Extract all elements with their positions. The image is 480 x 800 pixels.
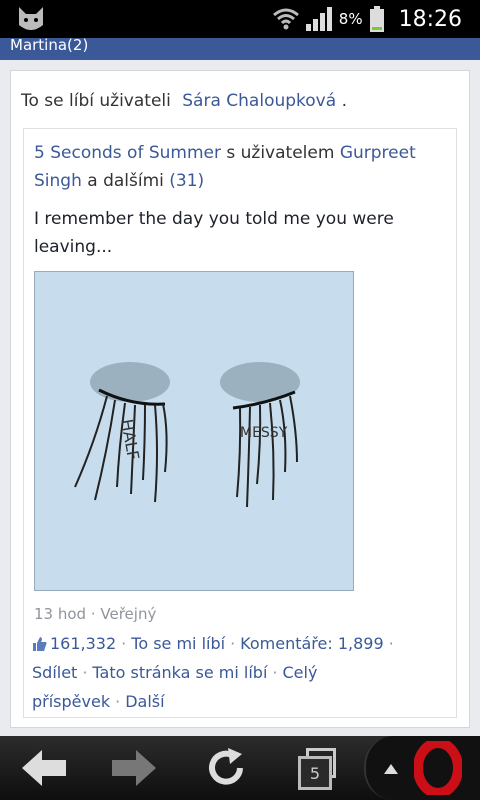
post-meta: 13 hod · Veřejný: [34, 605, 157, 623]
news-feed[interactable]: To se líbí uživateli Sára Chaloupková . …: [0, 60, 480, 736]
battery-icon: [369, 6, 384, 32]
and-others-text: a dalšími: [87, 171, 164, 191]
liked-prefix: To se líbí uživateli: [21, 91, 171, 111]
top-bar[interactable]: Martina(2): [0, 36, 480, 60]
browser-toolbar: 5: [0, 736, 480, 800]
like-thumb-icon: [33, 637, 47, 651]
status-bar: 8% 18:26: [0, 0, 480, 38]
reload-icon: [209, 748, 243, 785]
tabs-button[interactable]: 5: [284, 744, 344, 792]
like-count[interactable]: 161,332: [50, 634, 116, 653]
like-link[interactable]: To se mi líbí: [131, 634, 225, 653]
clock: 18:26: [398, 6, 462, 32]
arrow-right-icon: [112, 750, 156, 786]
image-text-right: MESSY: [240, 425, 288, 441]
page-like-link[interactable]: Tato stránka se mi líbí: [92, 663, 267, 682]
liked-suffix: .: [341, 91, 347, 111]
crying-eyes-illustration: HALF MESSY: [35, 272, 353, 590]
signal-icon: [305, 7, 332, 31]
battery-percent: 8%: [338, 10, 363, 28]
post-photo[interactable]: HALF MESSY: [34, 271, 354, 591]
more-link[interactable]: Další: [125, 692, 164, 711]
comments-count[interactable]: 1,899: [338, 634, 384, 653]
back-button[interactable]: [14, 744, 74, 792]
page-name-link[interactable]: 5 Seconds of Summer: [34, 143, 221, 163]
post-actions: 161,332 · To se mi líbí · Komentáře: 1,899 · …: [32, 634, 394, 711]
post-time[interactable]: 13 hod: [34, 605, 86, 623]
tabs-count: 5: [298, 756, 332, 790]
reload-button[interactable]: [196, 744, 256, 792]
comments-label[interactable]: Komentáře:: [240, 634, 333, 653]
others-count-link[interactable]: (31): [169, 171, 204, 191]
story-card: To se líbí uživateli Sára Chaloupková . …: [10, 70, 470, 728]
post-text: I remember the day you told me you were …: [34, 209, 394, 257]
top-bar-title[interactable]: Martina(2): [10, 36, 88, 54]
forward-button[interactable]: [104, 744, 164, 792]
opera-logo-icon: [414, 741, 462, 795]
opera-menu-button[interactable]: [364, 736, 480, 800]
caret-up-icon: [384, 764, 398, 774]
post-header: 5 Seconds of Summer s uživatelem Gurpree…: [34, 139, 444, 195]
with-text: s uživatelem: [226, 143, 335, 163]
privacy-label: Veřejný: [100, 605, 157, 623]
share-link[interactable]: Sdílet: [32, 663, 77, 682]
app-cat-icon: [19, 7, 43, 30]
arrow-left-icon: [22, 750, 66, 786]
shared-post: 5 Seconds of Summer s uživatelem Gurpree…: [23, 128, 457, 718]
liked-by-line: To se líbí uživateli Sára Chaloupková .: [21, 91, 347, 111]
wifi-icon: [272, 8, 299, 30]
liked-user-link[interactable]: Sára Chaloupková: [182, 91, 336, 111]
